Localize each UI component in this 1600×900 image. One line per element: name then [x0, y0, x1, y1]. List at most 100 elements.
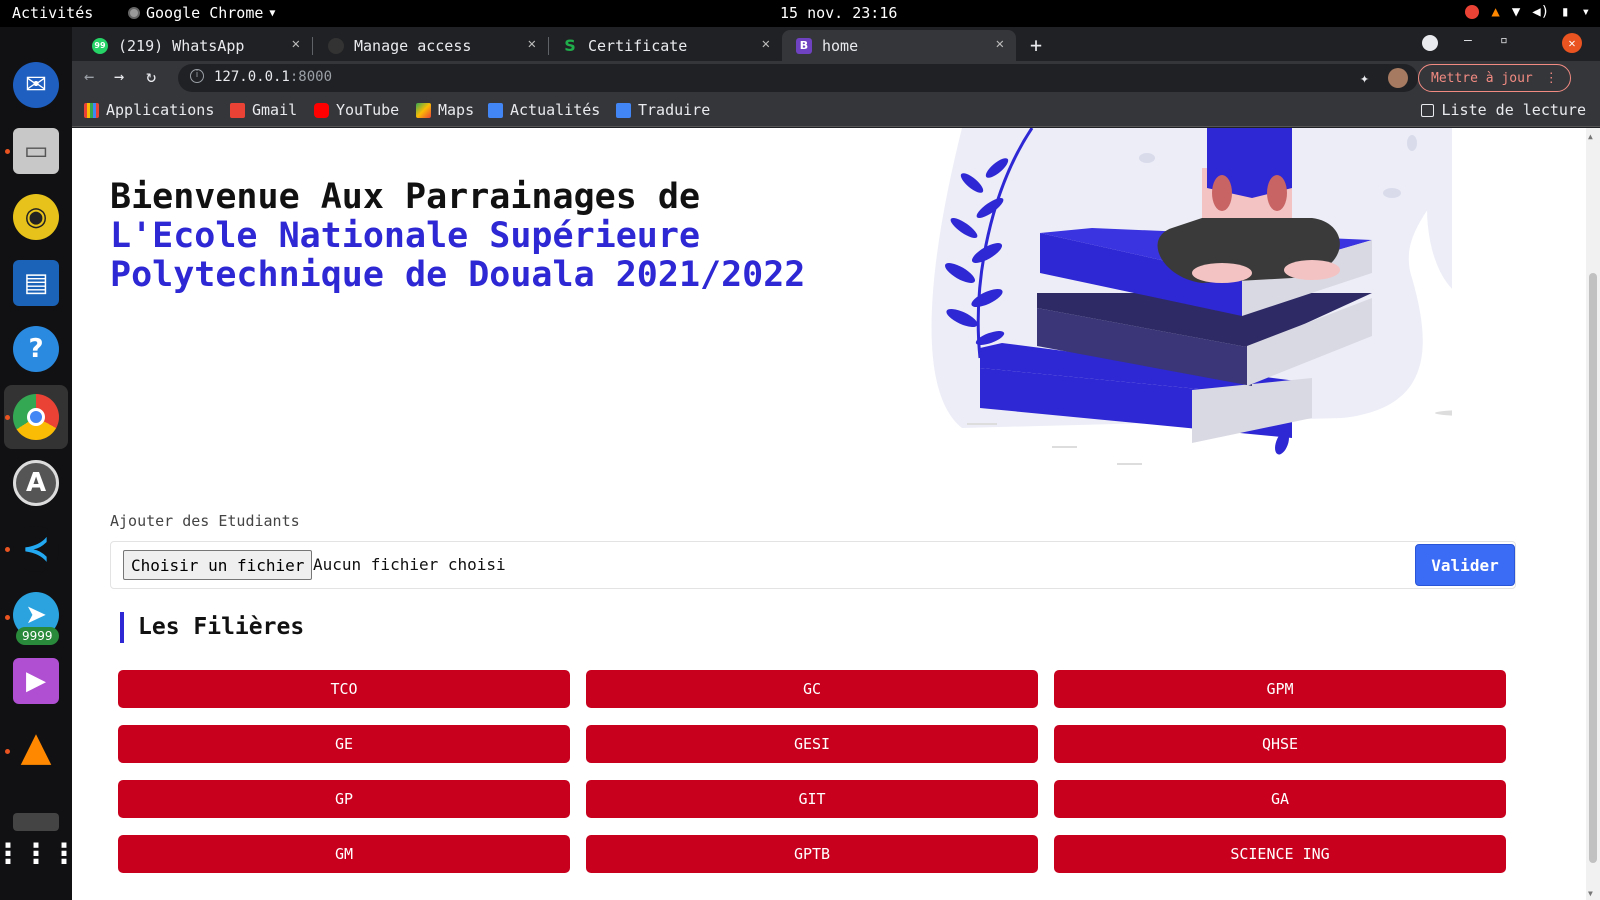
- program-button-tco[interactable]: TCO: [118, 670, 570, 708]
- system-menu-caret-icon[interactable]: ▾: [1582, 4, 1590, 20]
- page-viewport: Bienvenue Aux Parrainages de L'Ecole Nat…: [72, 128, 1600, 900]
- bookmark-label: Maps: [438, 101, 475, 119]
- bookmark-label: Gmail: [252, 101, 298, 119]
- translate-icon: [616, 102, 631, 118]
- program-button-ga[interactable]: GA: [1054, 780, 1506, 818]
- close-tab-icon[interactable]: ✕: [292, 36, 300, 52]
- page-scrollbar[interactable]: ▲ ▼: [1586, 128, 1600, 900]
- dock-vlc[interactable]: ▲: [10, 721, 62, 773]
- dock-writer[interactable]: ▤: [10, 257, 62, 309]
- program-button-gesi[interactable]: GESI: [586, 725, 1038, 763]
- running-indicator: [5, 749, 10, 754]
- dock-help[interactable]: ?: [10, 323, 62, 375]
- chrome-window: 99 (219) WhatsApp ✕ Manage access ✕ S Ce…: [72, 27, 1600, 900]
- bookmark-youtube[interactable]: YouTube: [314, 101, 399, 119]
- tab-whatsapp[interactable]: 99 (219) WhatsApp ✕: [78, 30, 312, 61]
- program-button-gptb[interactable]: GPTB: [586, 835, 1038, 873]
- site-info-icon[interactable]: i: [190, 69, 204, 83]
- extensions-icon[interactable]: ✦: [1360, 69, 1369, 87]
- scrollbar-thumb[interactable]: [1589, 273, 1597, 863]
- tab-title: (219) WhatsApp: [118, 36, 245, 55]
- menu-dots-icon: ⋮: [1544, 70, 1558, 86]
- program-button-science-ing[interactable]: SCIENCE ING: [1054, 835, 1506, 873]
- tab-search-icon[interactable]: [1422, 35, 1438, 51]
- bootstrap-favicon-icon: B: [796, 37, 812, 54]
- update-button[interactable]: Mettre à jour ⋮: [1418, 64, 1571, 92]
- submit-button[interactable]: Valider: [1415, 544, 1515, 586]
- scroll-down-icon[interactable]: ▼: [1588, 889, 1593, 898]
- reload-button[interactable]: ↻: [146, 67, 156, 87]
- program-button-gp[interactable]: GP: [118, 780, 570, 818]
- dock-files[interactable]: ▭: [10, 125, 62, 177]
- close-tab-icon[interactable]: ✕: [762, 36, 770, 52]
- dock-chrome[interactable]: [4, 385, 68, 449]
- telegram-badge: 9999: [16, 627, 59, 645]
- vlc-icon: ▲: [20, 724, 52, 770]
- tab-title: Manage access: [354, 36, 472, 55]
- scroll-up-icon[interactable]: ▲: [1588, 132, 1593, 141]
- bookmark-translate[interactable]: Traduire: [616, 101, 710, 119]
- vlc-tray-icon[interactable]: ▲: [1491, 4, 1499, 20]
- close-tab-icon[interactable]: ✕: [996, 36, 1004, 52]
- profile-avatar[interactable]: [1388, 68, 1408, 88]
- bookmark-maps[interactable]: Maps: [416, 101, 474, 119]
- reading-list-button[interactable]: Liste de lecture: [1420, 101, 1586, 119]
- bookmark-applications[interactable]: Applications: [84, 101, 214, 119]
- bookmark-gmail[interactable]: Gmail: [230, 101, 297, 119]
- help-icon: ?: [13, 326, 59, 372]
- thunderbird-icon: ✉: [13, 62, 59, 108]
- app-menu[interactable]: Google Chrome ▼: [128, 4, 275, 22]
- file-status: Aucun fichier choisi: [313, 555, 506, 574]
- dock-rhythmbox[interactable]: ◉: [10, 191, 62, 243]
- program-button-gpm[interactable]: GPM: [1054, 670, 1506, 708]
- address-bar[interactable]: i 127.0.0.1:8000 ☆: [178, 64, 1418, 92]
- dock-vscode[interactable]: ≺: [10, 523, 62, 575]
- tab-certificate[interactable]: S Certificate ✕: [548, 30, 782, 61]
- program-button-git[interactable]: GIT: [586, 780, 1038, 818]
- system-tray[interactable]: ▲ ▼ ◀) ▮ ▾: [1465, 4, 1590, 20]
- activities-button[interactable]: Activités: [12, 4, 93, 22]
- bookmark-news[interactable]: Actualités: [488, 101, 600, 119]
- url-text[interactable]: 127.0.0.1:8000: [214, 69, 332, 85]
- books-reading-illustration: [931, 128, 1452, 465]
- youtube-icon: [314, 102, 329, 118]
- section-title: Les Filières: [120, 612, 304, 643]
- clock[interactable]: 15 nov. 23:16: [780, 4, 897, 22]
- tab-manage-access[interactable]: Manage access ✕: [314, 30, 548, 61]
- dock: ✉ ▭ ◉ ▤ ? A ≺ 9999 ➤ ▶ ▲ ⋮⋮⋮: [0, 27, 78, 900]
- volume-icon: ◀): [1532, 4, 1550, 20]
- bookmark-label: Applications: [106, 101, 215, 119]
- back-button[interactable]: ←: [84, 67, 94, 87]
- tab-home[interactable]: B home ✕: [782, 30, 1016, 61]
- close-tab-icon[interactable]: ✕: [528, 36, 536, 52]
- dock-show-apps[interactable]: ⋮⋮⋮: [0, 827, 78, 879]
- bookmarks-bar: Applications Gmail YouTube Maps Actualit…: [72, 95, 1600, 127]
- bookmark-label: Actualités: [510, 101, 601, 119]
- reading-list-icon: [1420, 103, 1434, 117]
- program-button-ge[interactable]: GE: [118, 725, 570, 763]
- app-grid-icon: ⋮⋮⋮: [0, 836, 78, 870]
- dock-video[interactable]: ▶: [10, 655, 62, 707]
- choose-file-button[interactable]: Choisir un fichier: [123, 550, 313, 580]
- program-button-gc[interactable]: GC: [586, 670, 1038, 708]
- maximize-button[interactable]: ▫: [1500, 33, 1508, 48]
- gmail-icon: [230, 102, 245, 118]
- page-title: Bienvenue Aux Parrainages de L'Ecole Nat…: [110, 178, 870, 295]
- writer-icon: ▤: [13, 260, 59, 306]
- dock-thunderbird[interactable]: ✉: [10, 59, 62, 111]
- news-icon: [488, 102, 503, 118]
- chrome-tray-icon[interactable]: [1465, 5, 1480, 19]
- window-close-button[interactable]: ✕: [1562, 33, 1582, 53]
- program-button-qhse[interactable]: QHSE: [1054, 725, 1506, 763]
- dock-software[interactable]: A: [10, 457, 62, 509]
- caret-down-icon: ▼: [269, 7, 276, 19]
- new-tab-button[interactable]: +: [1030, 33, 1042, 57]
- minimize-button[interactable]: –: [1464, 33, 1472, 48]
- forward-button[interactable]: →: [114, 67, 124, 87]
- bookmark-label: Traduire: [638, 101, 711, 119]
- program-button-gm[interactable]: GM: [118, 835, 570, 873]
- battery-icon: ▮: [1561, 4, 1570, 20]
- title-line-1: Bienvenue Aux Parrainages de: [110, 177, 701, 217]
- rhythmbox-icon: ◉: [13, 194, 59, 240]
- vscode-icon: ≺: [13, 526, 59, 572]
